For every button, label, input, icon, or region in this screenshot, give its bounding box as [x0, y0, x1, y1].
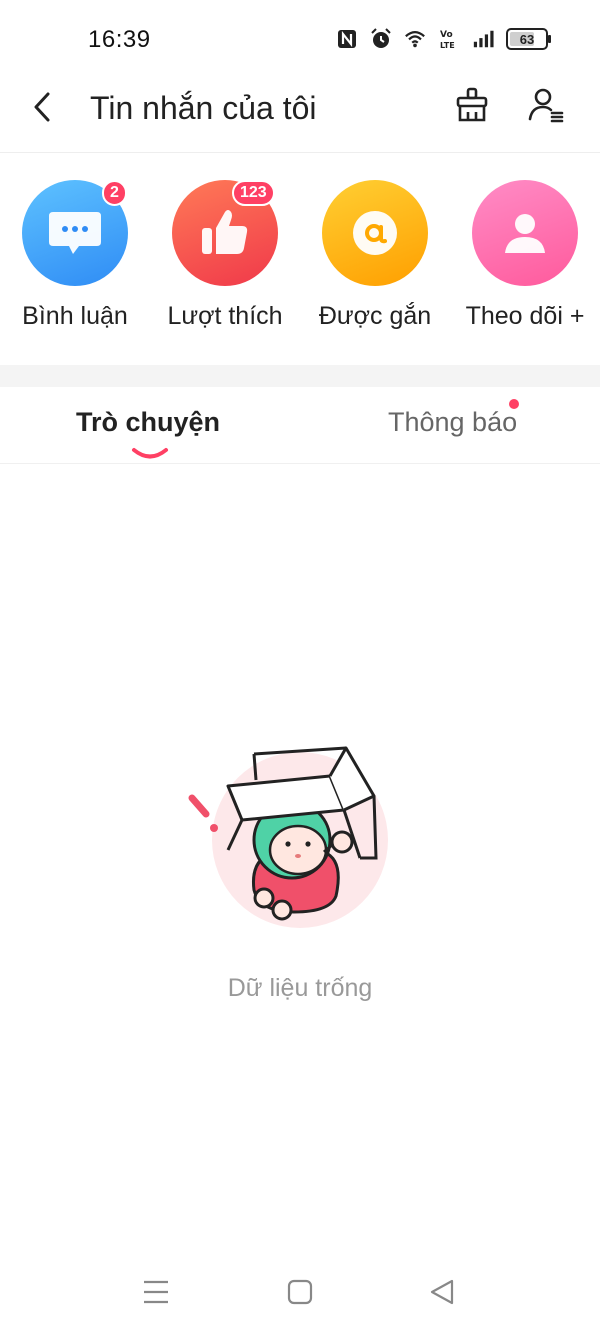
empty-box-character-illustration — [188, 746, 388, 928]
category-likes[interactable]: 123 Lượt thích — [150, 180, 300, 331]
status-time: 16:39 — [88, 26, 151, 53]
category-label: Theo dõi + — [465, 302, 585, 330]
page-title: Tin nhắn của tôi — [90, 90, 317, 126]
volte-icon: Vo LTE — [440, 30, 455, 50]
system-nav-bar — [0, 1260, 600, 1333]
battery-level: 63 — [519, 31, 535, 47]
person-icon — [472, 180, 578, 286]
status-bar: 16:39 Vo LTE 63 — [0, 0, 600, 80]
home-icon[interactable] — [285, 1277, 315, 1307]
comments-badge: 2 — [102, 180, 127, 206]
menu-icon[interactable] — [141, 1277, 171, 1307]
nfc-icon — [338, 30, 356, 48]
section-divider — [0, 365, 600, 387]
status-icons: Vo LTE 63 — [336, 28, 551, 50]
category-label: Bình luận — [22, 302, 128, 330]
people-settings-icon[interactable] — [526, 86, 566, 126]
signal-icon — [473, 30, 494, 48]
category-label: Được gắn — [318, 302, 432, 330]
tab-bar: Trò chuyện Thông báo — [0, 387, 600, 464]
tab-chat[interactable]: Trò chuyện — [76, 407, 220, 438]
notification-dot — [509, 399, 519, 409]
alarm-icon — [371, 28, 391, 48]
svg-text:LTE: LTE — [440, 41, 455, 50]
app-header: Tin nhắn của tôi — [0, 80, 600, 153]
comment-bubble-icon: 2 — [22, 180, 128, 286]
empty-state-message: Dữ liệu trống — [227, 974, 373, 1002]
back-triangle-icon[interactable] — [428, 1277, 458, 1307]
category-mentions[interactable]: Được gắn — [300, 180, 450, 331]
tab-notifications[interactable]: Thông báo — [388, 407, 517, 438]
thumbs-up-icon: 123 — [172, 180, 278, 286]
category-followers[interactable]: Theo dõi + — [450, 180, 600, 331]
message-categories: 2 Bình luận 123 Lượt thích Được gắn Theo… — [0, 180, 600, 350]
tab-active-indicator — [132, 448, 168, 459]
wifi-icon — [405, 31, 425, 48]
likes-badge: 123 — [232, 180, 275, 206]
svg-text:Vo: Vo — [440, 30, 453, 40]
category-comments[interactable]: 2 Bình luận — [0, 180, 150, 331]
at-sign-icon — [322, 180, 428, 286]
battery-icon: 63 — [506, 28, 551, 50]
broom-icon[interactable] — [452, 86, 492, 126]
back-arrow-icon[interactable] — [26, 90, 60, 124]
category-label: Lượt thích — [167, 302, 283, 330]
